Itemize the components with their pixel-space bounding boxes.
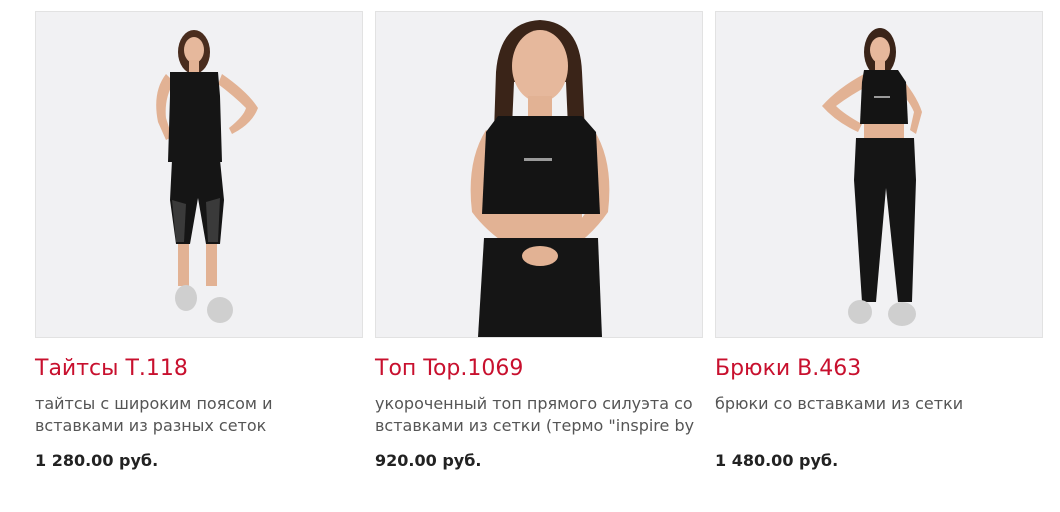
product-price: 1 280.00 руб.	[35, 451, 159, 470]
product-card: Тайтсы Т.118 тайтсы с широким поясом и в…	[35, 11, 363, 470]
product-title[interactable]: Тайтсы Т.118	[35, 355, 363, 383]
model-figure-tights	[36, 12, 362, 337]
product-description: брюки со вставками из сетки	[715, 394, 964, 413]
product-image[interactable]	[35, 11, 363, 338]
product-grid: Тайтсы Т.118 тайтсы с широким поясом и в…	[0, 0, 1060, 512]
product-title[interactable]: Брюки B.463	[715, 355, 1043, 383]
product-card: Топ Top.1069 укороченный топ прямого сил…	[375, 11, 703, 470]
product-description: укороченный топ прямого силуэта со встав…	[375, 394, 695, 435]
product-price: 920.00 руб.	[375, 451, 482, 470]
product-image[interactable]	[375, 11, 703, 338]
product-card: Брюки B.463 брюки со вставками из сетки …	[715, 11, 1043, 470]
product-image[interactable]	[715, 11, 1043, 338]
model-figure-top	[376, 12, 702, 337]
model-figure-pants	[716, 12, 1042, 337]
product-title[interactable]: Топ Top.1069	[375, 355, 703, 383]
product-description: тайтсы с широким поясом и вставками из р…	[35, 394, 273, 435]
product-price: 1 480.00 руб.	[715, 451, 839, 470]
